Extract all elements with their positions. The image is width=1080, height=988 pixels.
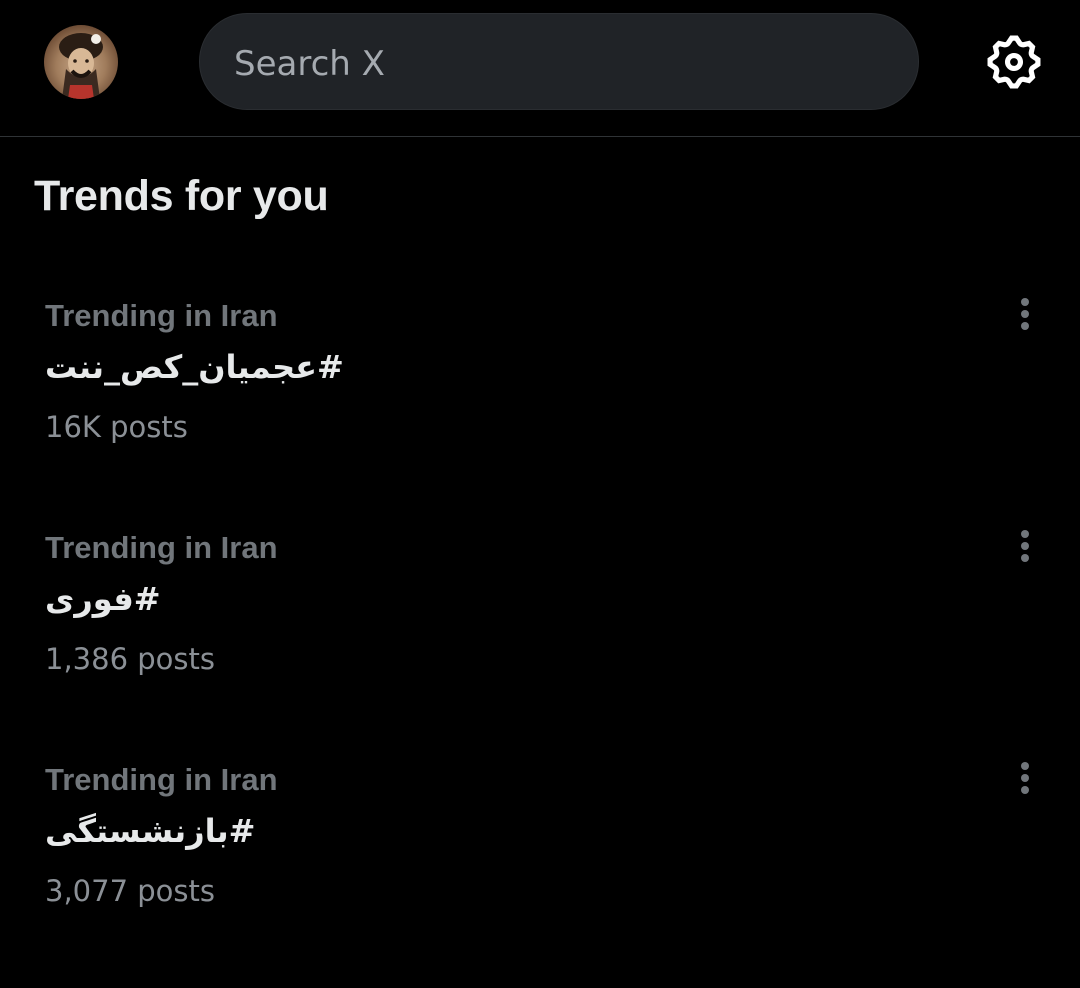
search-box[interactable] [199, 13, 919, 113]
trend-hashtag[interactable]: #بازنشستگی [45, 812, 255, 850]
section-title: Trends for you [34, 172, 329, 220]
avatar[interactable] [44, 25, 118, 99]
search-input[interactable] [232, 14, 876, 113]
trend-context: Trending in Iran [45, 298, 278, 333]
avatar-image [59, 33, 103, 99]
more-vertical-icon[interactable] [1006, 292, 1044, 342]
gear-icon[interactable] [983, 31, 1045, 93]
trend-item[interactable]: Trending in Iran #عجمیان_کص_ننت 16K post… [0, 298, 1080, 518]
trend-context: Trending in Iran [45, 762, 278, 797]
trend-hashtag[interactable]: #فوری [45, 580, 161, 618]
trend-hashtag[interactable]: #عجمیان_کص_ننت [45, 348, 344, 386]
top-bar [0, 0, 1080, 137]
trend-item[interactable]: Trending in Iran #فوری 1,386 posts [0, 530, 1080, 750]
more-vertical-icon[interactable] [1006, 524, 1044, 574]
trend-context: Trending in Iran [45, 530, 278, 565]
more-vertical-icon[interactable] [1006, 756, 1044, 806]
trend-post-count: 16K posts [45, 410, 188, 444]
trend-item[interactable]: Trending in Iran #بازنشستگی 3,077 posts [0, 762, 1080, 982]
trend-post-count: 1,386 posts [45, 642, 215, 676]
trend-post-count: 3,077 posts [45, 874, 215, 908]
